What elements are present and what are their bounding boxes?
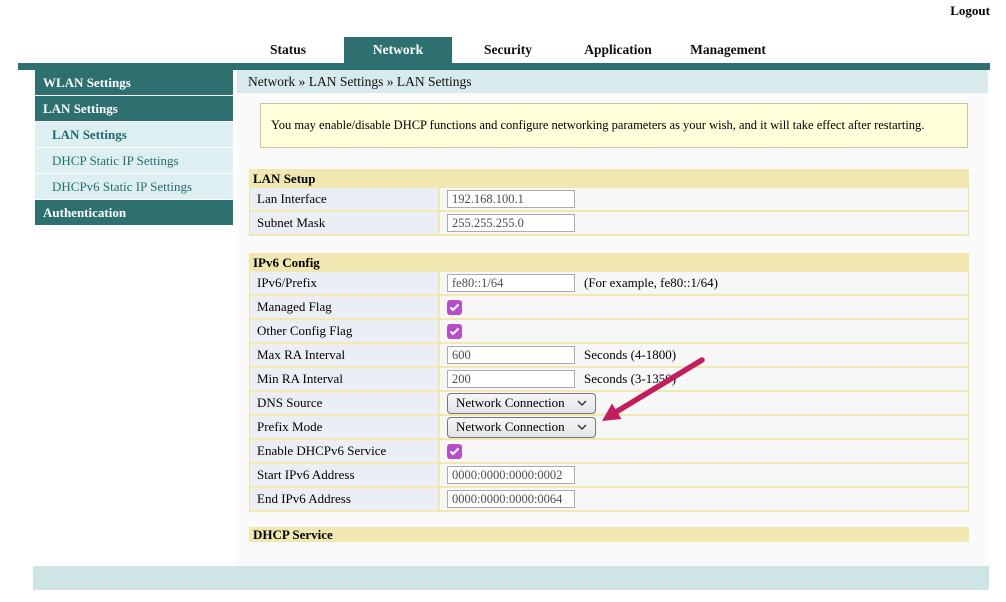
field-label: Subnet Mask: [250, 212, 440, 234]
section-title-ipv6-config: IPv6 Config: [249, 253, 969, 272]
tab-underline-bar: [18, 63, 990, 70]
footer-bar: [33, 566, 989, 590]
section-dhcp-service: DHCP Service: [249, 527, 969, 542]
chevron-down-icon: [577, 400, 587, 406]
start-ipv6-address-input[interactable]: [447, 466, 575, 484]
dns-source-select[interactable]: Network Connection: [447, 393, 596, 414]
settings-table: IPv6/Prefix (For example, fe80::1/64)Mana…: [249, 272, 969, 512]
end-ipv6-address-input[interactable]: [447, 490, 575, 508]
field-label: End IPv6 Address: [250, 488, 440, 510]
sidebar-nav: WLAN SettingsLAN SettingsLAN SettingsDHC…: [35, 70, 233, 226]
section-title-dhcp-service: DHCP Service: [249, 527, 969, 542]
tab-network[interactable]: Network: [344, 37, 452, 63]
field-label: Other Config Flag: [250, 320, 440, 342]
settings-form: LAN SetupLan InterfaceSubnet Mask IPv6 Co…: [237, 169, 988, 542]
tab-management[interactable]: Management: [674, 37, 782, 63]
field-value-cell: Seconds (3-1350): [440, 368, 968, 390]
table-row: End IPv6 Address: [250, 488, 968, 512]
sidebar-item-dhcpv6-static-ip-settings[interactable]: DHCPv6 Static IP Settings: [35, 174, 233, 199]
select-value: Network Connection: [456, 419, 565, 435]
field-note: (For example, fe80::1/64): [584, 275, 718, 291]
field-value-cell: [440, 440, 968, 462]
field-label: Lan Interface: [250, 188, 440, 210]
tab-status[interactable]: Status: [234, 37, 342, 63]
field-label: Max RA Interval: [250, 344, 440, 366]
table-row: Min RA Interval Seconds (3-1350): [250, 368, 968, 392]
router-admin-page: Logout StatusNetworkSecurityApplicationM…: [0, 0, 1006, 602]
breadcrumb: Network » LAN Settings » LAN Settings: [237, 70, 988, 93]
tab-bar: StatusNetworkSecurityApplicationManageme…: [234, 37, 784, 63]
content-panel: Network » LAN Settings » LAN Settings Yo…: [237, 70, 988, 566]
subnet-mask-input[interactable]: [447, 214, 575, 232]
sidebar-item-dhcp-static-ip-settings[interactable]: DHCP Static IP Settings: [35, 148, 233, 173]
logout-link[interactable]: Logout: [950, 3, 990, 19]
ipv6-prefix-input[interactable]: [447, 274, 575, 292]
sidebar-item-authentication[interactable]: Authentication: [35, 200, 233, 225]
settings-table: Lan InterfaceSubnet Mask: [249, 188, 969, 236]
field-value-cell: [440, 464, 968, 486]
field-label: Managed Flag: [250, 296, 440, 318]
prefix-mode-select[interactable]: Network Connection: [447, 417, 596, 438]
lan-interface-input[interactable]: [447, 190, 575, 208]
sidebar-item-wlan-settings[interactable]: WLAN Settings: [35, 70, 233, 95]
field-value-cell: (For example, fe80::1/64): [440, 272, 968, 294]
enable-dhcpv6-service-checkbox[interactable]: [447, 444, 462, 459]
table-row: DNS Source Network Connection: [250, 392, 968, 416]
other-config-flag-checkbox[interactable]: [447, 324, 462, 339]
field-label: Enable DHCPv6 Service: [250, 440, 440, 462]
section-ipv6-config: IPv6 ConfigIPv6/Prefix (For example, fe80…: [249, 253, 969, 512]
tab-security[interactable]: Security: [454, 37, 562, 63]
field-label: IPv6/Prefix: [250, 272, 440, 294]
tab-application[interactable]: Application: [564, 37, 672, 63]
table-row: IPv6/Prefix (For example, fe80::1/64): [250, 272, 968, 296]
field-value-cell: Network Connection: [440, 416, 968, 438]
table-row: Lan Interface: [250, 188, 968, 212]
field-value-cell: [440, 320, 968, 342]
field-label: Min RA Interval: [250, 368, 440, 390]
field-value-cell: Seconds (4-1800): [440, 344, 968, 366]
section-title-lan-setup: LAN Setup: [249, 169, 969, 188]
section-lan-setup: LAN SetupLan InterfaceSubnet Mask: [249, 169, 969, 236]
field-value-cell: [440, 296, 968, 318]
table-row: Max RA Interval Seconds (4-1800): [250, 344, 968, 368]
field-label: Prefix Mode: [250, 416, 440, 438]
table-row: Subnet Mask: [250, 212, 968, 236]
field-value-cell: [440, 488, 968, 510]
managed-flag-checkbox[interactable]: [447, 300, 462, 315]
field-value-cell: [440, 188, 968, 210]
table-row: Other Config Flag: [250, 320, 968, 344]
select-value: Network Connection: [456, 395, 565, 411]
field-note: Seconds (3-1350): [584, 371, 676, 387]
field-value-cell: [440, 212, 968, 234]
table-row: Enable DHCPv6 Service: [250, 440, 968, 464]
table-row: Managed Flag: [250, 296, 968, 320]
sidebar-item-lan-settings[interactable]: LAN Settings: [35, 122, 233, 147]
min-ra-interval-input[interactable]: [447, 370, 575, 388]
sidebar-item-lan-settings[interactable]: LAN Settings: [35, 96, 233, 121]
field-label: Start IPv6 Address: [250, 464, 440, 486]
table-row: Start IPv6 Address: [250, 464, 968, 488]
max-ra-interval-input[interactable]: [447, 346, 575, 364]
field-note: Seconds (4-1800): [584, 347, 676, 363]
field-value-cell: Network Connection: [440, 392, 968, 414]
notice-box: You may enable/disable DHCP functions an…: [260, 103, 968, 148]
field-label: DNS Source: [250, 392, 440, 414]
chevron-down-icon: [577, 424, 587, 430]
table-row: Prefix Mode Network Connection: [250, 416, 968, 440]
